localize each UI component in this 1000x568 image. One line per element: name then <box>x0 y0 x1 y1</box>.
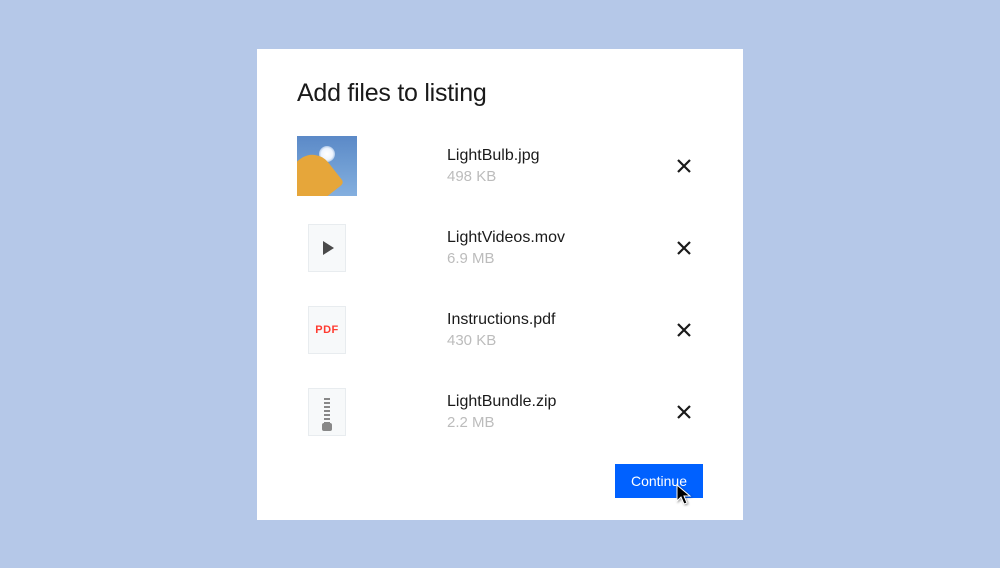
file-size: 6.9 MB <box>447 250 671 267</box>
image-icon <box>297 136 357 196</box>
play-icon <box>323 241 334 255</box>
file-info: Instructions.pdf 430 KB <box>447 310 671 350</box>
close-icon <box>676 158 692 174</box>
add-files-modal: Add files to listing LightBulb.jpg 498 K… <box>257 49 743 520</box>
file-thumbnail: PDF <box>297 300 357 360</box>
close-icon <box>676 404 692 420</box>
continue-button[interactable]: Continue <box>615 464 703 498</box>
file-row: LightVideos.mov 6.9 MB <box>297 218 703 278</box>
modal-footer: Continue <box>297 464 703 498</box>
zip-icon <box>308 388 346 436</box>
remove-file-button[interactable] <box>671 153 697 179</box>
file-info: LightVideos.mov 6.9 MB <box>447 228 671 268</box>
file-name: LightBulb.jpg <box>447 146 671 167</box>
video-icon <box>308 224 346 272</box>
file-name: LightVideos.mov <box>447 228 671 249</box>
close-icon <box>676 240 692 256</box>
file-info: LightBundle.zip 2.2 MB <box>447 392 671 432</box>
remove-file-button[interactable] <box>671 317 697 343</box>
file-info: LightBulb.jpg 498 KB <box>447 146 671 186</box>
modal-title: Add files to listing <box>297 79 703 108</box>
file-thumbnail <box>297 136 357 196</box>
zipper-icon <box>324 398 330 426</box>
file-size: 430 KB <box>447 332 671 349</box>
remove-file-button[interactable] <box>671 399 697 425</box>
file-name: Instructions.pdf <box>447 310 671 331</box>
pdf-label: PDF <box>315 324 339 336</box>
file-row: PDF Instructions.pdf 430 KB <box>297 300 703 360</box>
file-size: 498 KB <box>447 168 671 185</box>
pdf-icon: PDF <box>308 306 346 354</box>
file-row: LightBundle.zip 2.2 MB <box>297 382 703 442</box>
file-row: LightBulb.jpg 498 KB <box>297 136 703 196</box>
close-icon <box>676 322 692 338</box>
file-thumbnail <box>297 382 357 442</box>
file-thumbnail <box>297 218 357 278</box>
remove-file-button[interactable] <box>671 235 697 261</box>
file-name: LightBundle.zip <box>447 392 671 413</box>
file-size: 2.2 MB <box>447 414 671 431</box>
